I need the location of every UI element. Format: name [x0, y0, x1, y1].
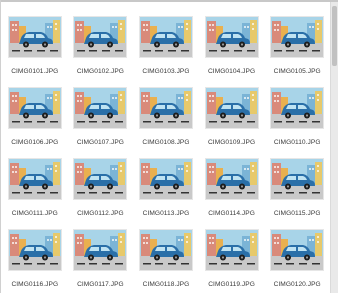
- file-tile[interactable]: CIMG0108.JPG: [133, 77, 199, 148]
- image-thumbnail[interactable]: [205, 159, 258, 199]
- car-city-photo-icon: [271, 230, 324, 270]
- car-city-photo-icon: [8, 159, 61, 199]
- image-thumbnail[interactable]: [8, 159, 61, 199]
- image-thumbnail[interactable]: [139, 230, 192, 270]
- file-name-label: CIMG0110.JPG: [273, 139, 321, 146]
- scrollbar-thumb[interactable]: [332, 6, 337, 66]
- file-tile[interactable]: CIMG0103.JPG: [133, 6, 199, 77]
- file-name-label: CIMG0109.JPG: [208, 139, 256, 146]
- image-thumbnail[interactable]: [205, 17, 258, 57]
- car-city-photo-icon: [271, 159, 324, 199]
- image-thumbnail[interactable]: [205, 230, 258, 270]
- file-tile[interactable]: CIMG0114.JPG: [199, 148, 265, 219]
- car-city-photo-icon: [74, 88, 127, 128]
- file-tile[interactable]: CIMG0106.JPG: [2, 77, 68, 148]
- file-browser-window: CIMG0101.JPG CIMG0102.JPG CIMG0103.JPG C…: [0, 0, 338, 293]
- file-name-label: CIMG0115.JPG: [273, 210, 321, 217]
- car-city-photo-icon: [8, 17, 61, 57]
- file-tile[interactable]: CIMG0107.JPG: [68, 77, 134, 148]
- car-city-photo-icon: [139, 230, 192, 270]
- car-city-photo-icon: [74, 159, 127, 199]
- car-city-photo-icon: [139, 159, 192, 199]
- file-tile[interactable]: CIMG0104.JPG: [199, 6, 265, 77]
- image-thumbnail[interactable]: [271, 17, 324, 57]
- file-name-label: CIMG0111.JPG: [11, 210, 58, 217]
- car-city-photo-icon: [8, 230, 61, 270]
- car-city-photo-icon: [271, 17, 324, 57]
- image-thumbnail[interactable]: [74, 17, 127, 57]
- file-name-label: CIMG0118.JPG: [142, 281, 190, 288]
- file-name-label: CIMG0105.JPG: [273, 68, 321, 75]
- top-border: [0, 0, 338, 2]
- car-city-photo-icon: [205, 88, 258, 128]
- image-thumbnail[interactable]: [205, 88, 258, 128]
- file-name-label: CIMG0113.JPG: [142, 210, 190, 217]
- file-name-label: CIMG0112.JPG: [77, 210, 124, 217]
- file-name-label: CIMG0101.JPG: [11, 68, 59, 75]
- image-thumbnail[interactable]: [271, 88, 324, 128]
- file-tile[interactable]: CIMG0116.JPG: [2, 219, 68, 290]
- file-tile[interactable]: CIMG0120.JPG: [264, 219, 330, 290]
- image-thumbnail[interactable]: [74, 159, 127, 199]
- image-thumbnail[interactable]: [139, 88, 192, 128]
- file-name-label: CIMG0103.JPG: [142, 68, 190, 75]
- file-tile[interactable]: CIMG0115.JPG: [264, 148, 330, 219]
- file-name-label: CIMG0104.JPG: [208, 68, 256, 75]
- image-thumbnail[interactable]: [8, 88, 61, 128]
- file-name-label: CIMG0108.JPG: [142, 139, 190, 146]
- file-tile[interactable]: CIMG0105.JPG: [264, 6, 330, 77]
- file-name-label: CIMG0114.JPG: [208, 210, 255, 217]
- car-city-photo-icon: [205, 17, 258, 57]
- file-tile[interactable]: CIMG0101.JPG: [2, 6, 68, 77]
- car-city-photo-icon: [139, 88, 192, 128]
- image-thumbnail[interactable]: [139, 159, 192, 199]
- car-city-photo-icon: [8, 88, 61, 128]
- file-name-label: CIMG0107.JPG: [76, 139, 124, 146]
- file-tile[interactable]: CIMG0113.JPG: [133, 148, 199, 219]
- car-city-photo-icon: [74, 17, 127, 57]
- file-name-label: CIMG0106.JPG: [11, 139, 59, 146]
- image-thumbnail[interactable]: [74, 88, 127, 128]
- file-tile[interactable]: CIMG0118.JPG: [133, 219, 199, 290]
- image-thumbnail[interactable]: [8, 17, 61, 57]
- file-tile[interactable]: CIMG0109.JPG: [199, 77, 265, 148]
- file-name-label: CIMG0102.JPG: [76, 68, 124, 75]
- file-tile[interactable]: CIMG0117.JPG: [68, 219, 134, 290]
- car-city-photo-icon: [74, 230, 127, 270]
- file-name-label: CIMG0117.JPG: [77, 281, 124, 288]
- file-tile[interactable]: CIMG0112.JPG: [68, 148, 134, 219]
- car-city-photo-icon: [271, 88, 324, 128]
- file-tile[interactable]: CIMG0110.JPG: [264, 77, 330, 148]
- file-tile[interactable]: CIMG0102.JPG: [68, 6, 134, 77]
- file-tile[interactable]: CIMG0111.JPG: [2, 148, 68, 219]
- vertical-scrollbar[interactable]: [330, 2, 338, 293]
- thumbnail-grid: CIMG0101.JPG CIMG0102.JPG CIMG0103.JPG C…: [2, 6, 330, 290]
- image-thumbnail[interactable]: [271, 230, 324, 270]
- image-thumbnail[interactable]: [74, 230, 127, 270]
- left-border: [0, 0, 1, 293]
- car-city-photo-icon: [205, 230, 258, 270]
- file-tile[interactable]: CIMG0119.JPG: [199, 219, 265, 290]
- car-city-photo-icon: [139, 17, 192, 57]
- image-thumbnail[interactable]: [271, 159, 324, 199]
- image-thumbnail[interactable]: [8, 230, 61, 270]
- car-city-photo-icon: [205, 159, 258, 199]
- file-name-label: CIMG0120.JPG: [273, 281, 321, 288]
- file-name-label: CIMG0116.JPG: [11, 281, 59, 288]
- file-name-label: CIMG0119.JPG: [208, 281, 255, 288]
- image-thumbnail[interactable]: [139, 17, 192, 57]
